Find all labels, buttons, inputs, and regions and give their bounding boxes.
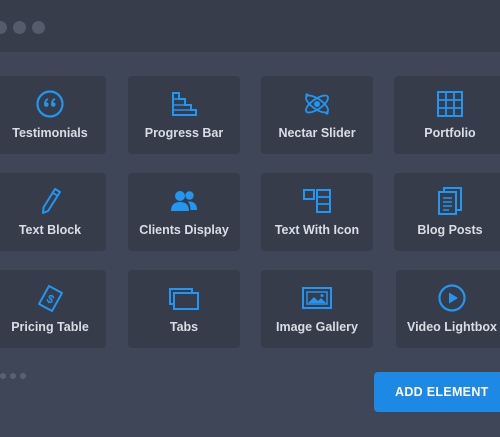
element-label: Tabs: [169, 320, 199, 334]
element-label: Portfolio: [424, 126, 476, 140]
quote-icon: [36, 90, 64, 118]
stairs-icon: [172, 92, 197, 116]
element-label: Pricing Table: [11, 320, 89, 334]
element-label: Progress Bar: [144, 126, 224, 140]
element-label: Clients Display: [139, 223, 229, 237]
price-tag-icon: $: [38, 285, 63, 312]
element-card-image-gallery[interactable]: Image Gallery: [261, 270, 373, 348]
text-icon-layout-icon: [303, 189, 331, 213]
element-card-video-lightbox[interactable]: Video Lightbox: [396, 270, 500, 348]
pager-dot[interactable]: [0, 373, 6, 379]
element-card-blog-posts[interactable]: Blog Posts: [394, 173, 500, 251]
element-card-text-with-icon[interactable]: Text With Icon: [261, 173, 373, 251]
element-label: Blog Posts: [417, 223, 483, 237]
element-card-progress-bar[interactable]: Progress Bar: [128, 76, 240, 154]
documents-icon: [438, 187, 462, 215]
element-card-portfolio[interactable]: Portfolio: [394, 76, 500, 154]
element-label: Nectar Slider: [278, 126, 356, 140]
element-label: Text Block: [18, 223, 82, 237]
element-card-tabs[interactable]: Tabs: [128, 270, 240, 348]
element-label: Video Lightbox: [406, 320, 498, 334]
pencil-icon: [42, 188, 61, 214]
atom-icon: [305, 93, 329, 115]
users-icon: [171, 191, 197, 211]
element-label: Image Gallery: [276, 320, 358, 334]
pager-dot[interactable]: [20, 373, 26, 379]
tabs-icon: [169, 288, 199, 310]
element-card-pricing-table[interactable]: $ Pricing Table: [0, 270, 106, 348]
element-card-testimonials[interactable]: Testimonials: [0, 76, 106, 154]
play-icon: [438, 284, 466, 312]
grid-icon: [437, 91, 463, 117]
element-card-nectar-slider[interactable]: Nectar Slider: [261, 76, 373, 154]
image-icon: [302, 287, 332, 309]
element-label: Testimonials: [12, 126, 88, 140]
add-element-button[interactable]: ADD ELEMENT: [374, 372, 500, 412]
element-card-text-block[interactable]: Text Block: [0, 173, 106, 251]
element-card-clients-display[interactable]: Clients Display: [128, 173, 240, 251]
pager-dot[interactable]: [10, 373, 16, 379]
element-label: Text With Icon: [274, 223, 360, 237]
